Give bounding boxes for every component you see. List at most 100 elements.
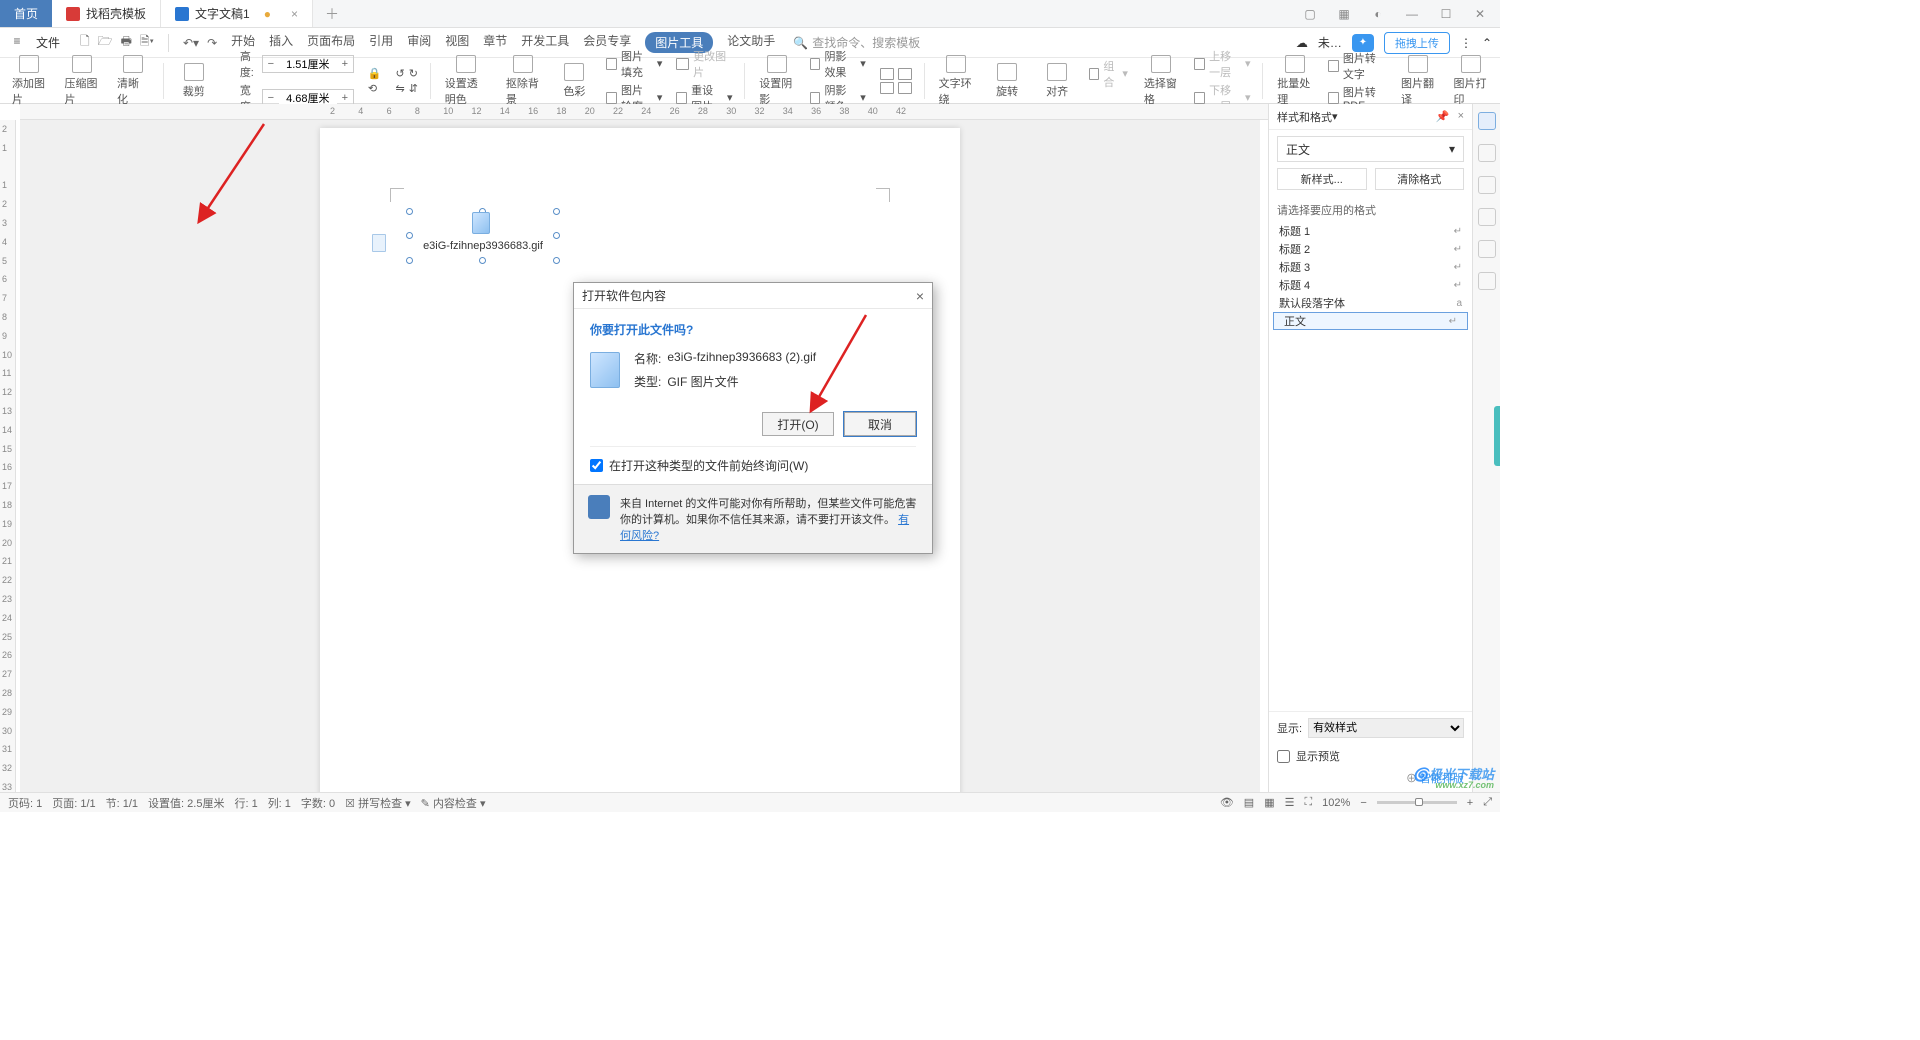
tab-home[interactable]: 首页 [0, 0, 52, 27]
rail-tool-icon[interactable] [1478, 272, 1496, 290]
current-style[interactable]: 正文▾ [1277, 136, 1464, 162]
apps-icon[interactable]: ▦ [1332, 7, 1356, 21]
crop-button[interactable]: 裁剪 [172, 63, 216, 99]
zoom-thumb[interactable] [1415, 798, 1423, 806]
display-select[interactable]: 有效样式 [1308, 718, 1464, 738]
style-item[interactable]: 正文↵ [1273, 312, 1468, 330]
rail-limit-icon[interactable] [1478, 176, 1496, 194]
view-print-icon[interactable]: ▤ [1244, 796, 1254, 809]
status-setval[interactable]: 设置值: 2.5厘米 [148, 795, 224, 811]
nudge-right-icon[interactable] [898, 68, 912, 80]
shadow-fx-label[interactable]: 阴影效果 [824, 48, 856, 80]
status-col[interactable]: 列: 1 [268, 795, 291, 811]
style-item[interactable]: 标题 2↵ [1269, 240, 1472, 258]
reset-size-icon[interactable]: ⟲ [368, 82, 377, 95]
minimize-button[interactable]: — [1400, 7, 1424, 21]
menu-tab-章节[interactable]: 章节 [483, 32, 507, 53]
hamburger-icon[interactable]: ≡ [8, 34, 26, 52]
print-icon[interactable]: 🖶 [121, 32, 132, 53]
rail-backup-icon[interactable] [1478, 208, 1496, 226]
nudge-up-icon[interactable] [880, 68, 894, 80]
user-avatar-icon[interactable]: ◐ [1366, 7, 1390, 21]
pin-icon[interactable]: 📌 [1436, 110, 1450, 123]
view-web-icon[interactable]: ▦ [1264, 796, 1274, 809]
remove-bg-button[interactable]: 抠除背景 [500, 55, 546, 107]
new-icon[interactable]: 🗋 [80, 32, 90, 53]
rotate-button[interactable]: 旋转 [985, 63, 1029, 99]
sel-pane-button[interactable]: 选择窗格 [1138, 55, 1184, 107]
zoom-out-icon[interactable]: − [1360, 797, 1366, 809]
tab-add-button[interactable]: ＋ [313, 4, 351, 24]
zoom-slider[interactable] [1377, 801, 1457, 804]
status-spell[interactable]: ☒ 拼写检查 ▾ [345, 795, 411, 811]
embedded-file-icon[interactable] [372, 234, 386, 252]
width-inc[interactable]: + [337, 92, 353, 104]
translate-button[interactable]: 图片翻译 [1395, 55, 1441, 107]
wrap-button[interactable]: 文字环绕 [933, 55, 979, 107]
reading-mode-icon[interactable]: 👁 [1220, 796, 1234, 809]
rotate-left-icon[interactable]: ↺ [396, 67, 405, 80]
set-shadow-button[interactable]: 设置阴影 [753, 55, 799, 107]
fit-icon[interactable]: ⤢ [1483, 796, 1492, 809]
height-dec[interactable]: − [263, 58, 279, 70]
resize-handle-tl[interactable] [406, 208, 413, 215]
menu-tab-引用[interactable]: 引用 [369, 32, 393, 53]
redo-icon[interactable]: ↷ [207, 36, 217, 50]
style-item[interactable]: 标题 4↵ [1269, 276, 1472, 294]
align-button[interactable]: 对齐 [1035, 63, 1079, 99]
maximize-button[interactable]: ☐ [1434, 7, 1458, 21]
resize-handle-br[interactable] [553, 257, 560, 264]
status-doccheck[interactable]: ✎ 内容检查 ▾ [421, 795, 486, 811]
undo-icon[interactable]: ↶▾ [183, 36, 199, 50]
menu-tab-审阅[interactable]: 审阅 [407, 32, 431, 53]
style-item[interactable]: 默认段落字体a [1269, 294, 1472, 312]
tab-current-doc[interactable]: 文字文稿1●× [161, 0, 313, 27]
color-button[interactable]: 色彩 [552, 63, 596, 99]
style-item[interactable]: 标题 3↵ [1269, 258, 1472, 276]
panel-close-icon[interactable]: × [1458, 110, 1464, 123]
open-icon[interactable]: 🗁 [98, 32, 113, 53]
view-fullscreen-icon[interactable]: ⛶ [1304, 796, 1312, 809]
sync-icon[interactable]: ☁ [1296, 36, 1308, 50]
side-grab-handle[interactable] [1494, 406, 1500, 466]
close-window-button[interactable]: ✕ [1468, 7, 1492, 21]
nudge-left-icon[interactable] [880, 82, 894, 94]
pic2text-label[interactable]: 图片转文字 [1343, 50, 1385, 82]
compress-picture-button[interactable]: 压缩图片 [58, 55, 104, 107]
lock-ratio-icon[interactable]: 🔒 [368, 67, 382, 80]
zoom-in-icon[interactable]: + [1467, 797, 1473, 809]
tab-close-icon[interactable]: × [291, 7, 298, 21]
set-transparent-button[interactable]: 设置透明色 [439, 55, 494, 107]
view-outline-icon[interactable]: ☰ [1285, 796, 1295, 809]
zoom-value[interactable]: 102% [1322, 797, 1350, 809]
nudge-down-icon[interactable] [898, 82, 912, 94]
fill-label[interactable]: 图片填充 [621, 48, 653, 80]
layout-icon[interactable]: ▢ [1298, 7, 1322, 21]
preview-icon[interactable]: 🗎▾ [140, 32, 154, 53]
status-section[interactable]: 节: 1/1 [106, 795, 138, 811]
menu-tab-视图[interactable]: 视图 [445, 32, 469, 53]
status-row[interactable]: 行: 1 [234, 795, 257, 811]
rail-select-icon[interactable] [1478, 144, 1496, 162]
width-input[interactable] [279, 92, 337, 104]
new-style-button[interactable]: 新样式... [1277, 168, 1367, 190]
clarify-button[interactable]: 清晰化 [111, 55, 155, 107]
width-dec[interactable]: − [263, 92, 279, 104]
status-pageno[interactable]: 页码: 1 [8, 795, 42, 811]
vertical-ruler[interactable]: 2112345678910111213141516171819202122232… [0, 120, 16, 792]
height-input[interactable] [279, 58, 337, 70]
rotate-right-icon[interactable]: ↻ [409, 67, 418, 80]
height-inc[interactable]: + [337, 58, 353, 70]
file-menu[interactable]: 文件 [36, 34, 60, 51]
preview-checkbox[interactable] [1277, 750, 1290, 763]
tab-templates[interactable]: 找稻壳模板 [52, 0, 161, 27]
rail-help-icon[interactable] [1478, 240, 1496, 258]
dialog-titlebar[interactable]: 打开软件包内容 × [574, 283, 932, 309]
resize-handle-bl[interactable] [406, 257, 413, 264]
status-words[interactable]: 字数: 0 [301, 795, 335, 811]
add-picture-button[interactable]: 添加图片 [6, 55, 52, 107]
resize-handle-ml[interactable] [406, 232, 413, 239]
style-item[interactable]: 标题 1↵ [1269, 222, 1472, 240]
dialog-close-icon[interactable]: × [916, 288, 924, 304]
flip-h-icon[interactable]: ⇋ [396, 82, 405, 95]
